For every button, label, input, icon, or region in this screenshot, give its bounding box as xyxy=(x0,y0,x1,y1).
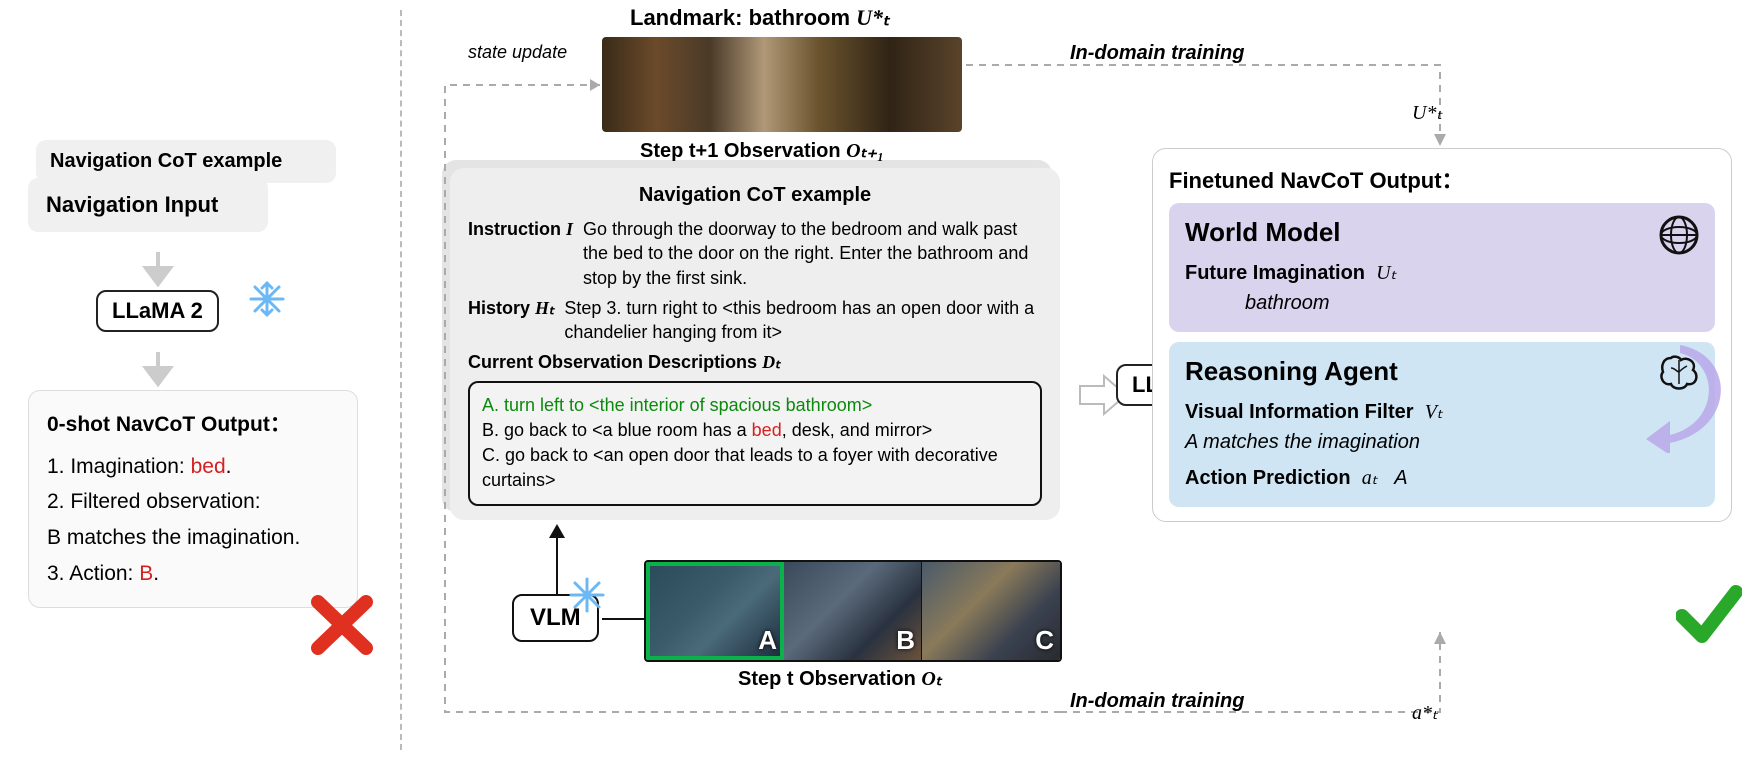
in-domain-training-label-top: In-domain training xyxy=(1070,42,1244,65)
training-paths xyxy=(0,0,1753,765)
ut-star-symbol: U*ₜ xyxy=(1412,100,1442,125)
at-star-symbol: a*ₜ xyxy=(1412,700,1438,725)
in-domain-training-label-bottom: In-domain training xyxy=(1070,690,1244,713)
